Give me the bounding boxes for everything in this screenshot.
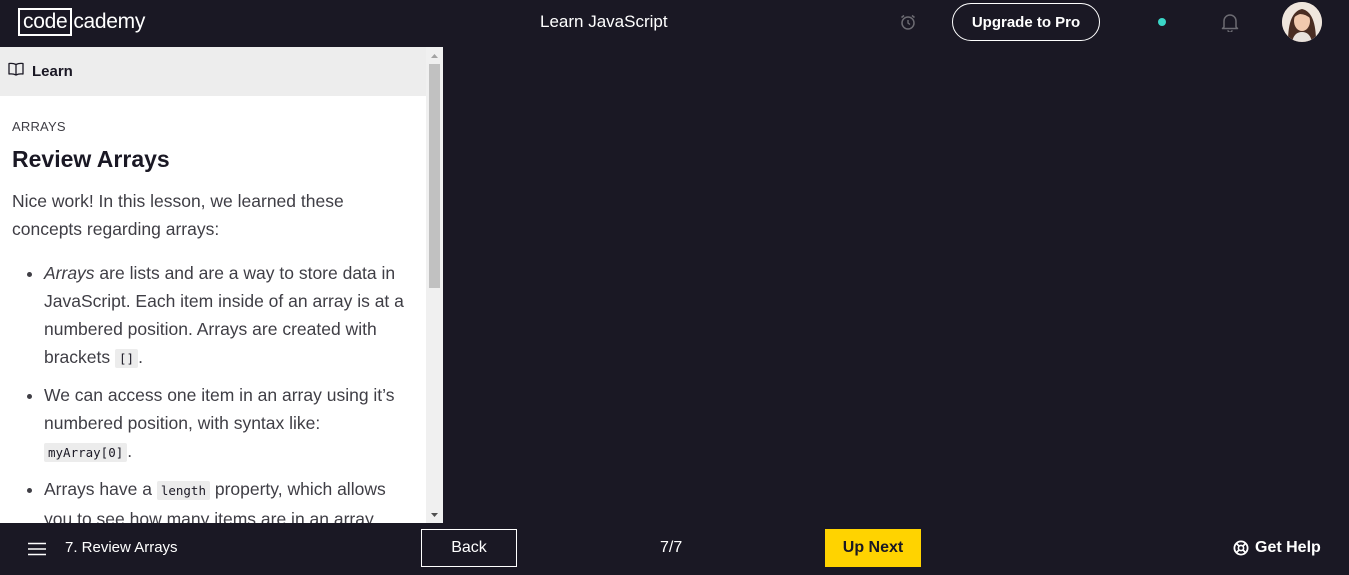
summary-list: Arrays are lists and are a way to store … <box>12 259 412 523</box>
logo-rest-text: cademy <box>73 10 146 33</box>
scroll-down-arrow-icon[interactable] <box>426 508 443 520</box>
lesson-progress: 7/7 <box>660 539 683 556</box>
up-next-button[interactable]: Up Next <box>825 529 921 567</box>
top-navigation-bar: code cademy Learn JavaScript Upgrade to P… <box>0 0 1349 47</box>
lesson-content: ARRAYS Review Arrays Nice work! In this … <box>12 119 412 523</box>
workspace-area <box>443 47 1349 523</box>
user-avatar[interactable] <box>1282 2 1322 42</box>
logo-boxed-text: code <box>18 8 73 36</box>
inline-code: myArray[0] <box>44 443 128 462</box>
get-help-button[interactable]: Get Help <box>1233 539 1321 557</box>
back-button[interactable]: Back <box>421 529 517 567</box>
codecademy-logo[interactable]: code cademy <box>18 8 145 36</box>
instructions-panel: Learn ARRAYS Review Arrays Nice work! In… <box>0 47 443 523</box>
bullet-text: are lists and are a way to store data in… <box>44 263 404 367</box>
list-item: We can access one item in an array using… <box>44 381 412 467</box>
hamburger-menu-icon[interactable] <box>28 542 46 556</box>
bell-icon[interactable] <box>1221 12 1239 33</box>
status-indicator-dot <box>1158 18 1166 26</box>
bottom-navigation-bar: 7. Review Arrays Back 7/7 Up Next Get He… <box>0 523 1349 575</box>
list-item: Arrays have a length property, which all… <box>44 475 412 523</box>
bullet-text: Arrays have a <box>44 479 157 499</box>
alarm-clock-icon[interactable] <box>899 13 917 31</box>
scrollbar-thumb[interactable] <box>429 64 440 288</box>
bullet-text: . <box>127 441 133 461</box>
emphasis-text: Arrays <box>44 263 95 283</box>
upgrade-to-pro-button[interactable]: Upgrade to Pro <box>952 3 1100 41</box>
learn-tab-header[interactable]: Learn <box>0 47 426 96</box>
scroll-up-arrow-icon[interactable] <box>426 49 443 61</box>
lesson-eyebrow: ARRAYS <box>12 119 66 134</box>
bullet-text: We can access one item in an array using… <box>44 385 395 433</box>
course-title: Learn JavaScript <box>540 12 668 31</box>
current-lesson-label[interactable]: 7. Review Arrays <box>65 539 178 556</box>
lesson-heading: Review Arrays <box>12 146 170 172</box>
learn-tab-label: Learn <box>32 63 73 80</box>
list-item: Arrays are lists and are a way to store … <box>44 259 412 373</box>
lesson-intro: Nice work! In this lesson, we learned th… <box>12 191 344 239</box>
panel-scrollbar[interactable] <box>426 47 443 523</box>
book-icon <box>8 62 24 81</box>
inline-code: [] <box>115 349 139 368</box>
inline-code: length <box>156 481 210 500</box>
get-help-label: Get Help <box>1255 539 1321 556</box>
bullet-text: . <box>138 347 143 367</box>
lifebuoy-icon <box>1233 540 1249 556</box>
